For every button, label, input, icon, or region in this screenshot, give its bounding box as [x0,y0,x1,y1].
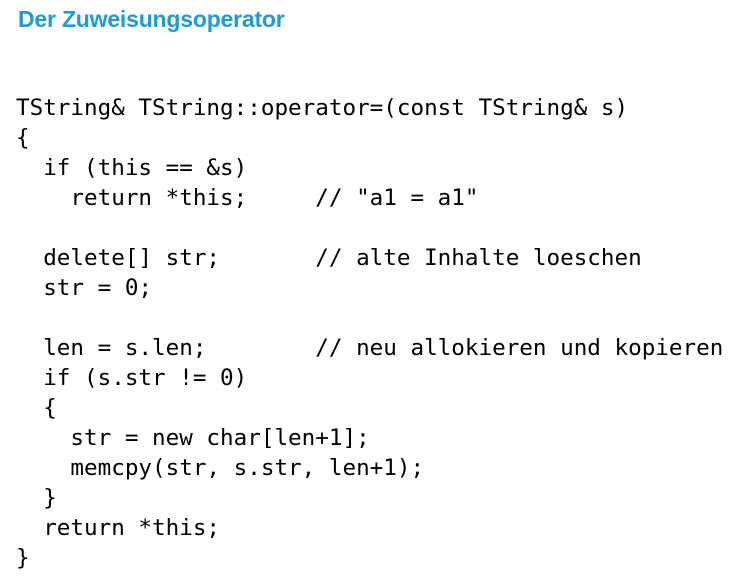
slide-title: Der Zuweisungsoperator [18,6,285,32]
code-line: len = s.len; // neu allokieren und kopie… [16,335,724,361]
slide: Der Zuweisungsoperator TString& TString:… [0,0,743,578]
code-line: { [16,395,57,421]
code-line: TString& TString::operator=(const TStrin… [16,95,629,121]
code-line: { [16,125,30,151]
code-block: TString& TString::operator=(const TStrin… [16,93,723,573]
code-line: return *this; [16,515,221,541]
code-line: memcpy(str, s.str, len+1); [16,455,425,481]
code-line: str = 0; [16,275,153,301]
code-line: str = new char[len+1]; [16,425,370,451]
code-line: } [16,485,57,511]
code-line: if (this == &s) [16,155,248,181]
code-line: return *this; // "a1 = a1" [16,185,479,211]
code-line: } [16,545,30,571]
code-line: if (s.str != 0) [16,365,248,391]
code-line: delete[] str; // alte Inhalte loeschen [16,245,642,271]
